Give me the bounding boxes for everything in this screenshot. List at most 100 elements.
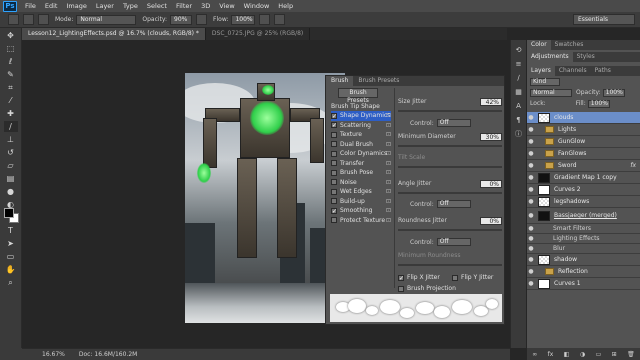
fx-icon[interactable]: fx (630, 162, 636, 169)
shape-tool-icon[interactable]: ▭ (4, 251, 18, 262)
brush-option-wet-edges[interactable]: Wet Edges ⊡ (331, 187, 391, 197)
checkbox[interactable] (331, 169, 337, 176)
layer-row[interactable]: ● Lighting Effects (527, 234, 640, 244)
brush-option-shape-dynamics[interactable]: ✓ Shape Dynamics ⊡ (331, 111, 391, 121)
properties-icon[interactable]: ≡ (514, 60, 524, 68)
visibility-icon[interactable]: ● (527, 126, 535, 133)
brush-presets-icon[interactable]: ▦ (514, 88, 524, 96)
eyedropper-tool-icon[interactable]: ⁄ (4, 95, 18, 106)
visibility-icon[interactable]: ● (527, 245, 535, 252)
brush-preset-picker[interactable] (23, 14, 34, 25)
roundness-jitter-value[interactable]: 0% (480, 216, 502, 225)
checkbox[interactable] (331, 141, 337, 148)
tab-swatches[interactable]: Swatches (551, 40, 588, 50)
tab-styles[interactable]: Styles (573, 52, 599, 62)
lock-icon[interactable]: ⊡ (386, 206, 391, 216)
hand-tool-icon[interactable]: ✋ (4, 264, 18, 275)
checkbox[interactable]: ✓ (331, 122, 337, 129)
size-jitter-value[interactable]: 42% (480, 97, 502, 106)
brush-panel-icon[interactable]: ∕ (514, 74, 524, 82)
visibility-icon[interactable]: ● (527, 225, 535, 232)
min-diameter-slider[interactable] (398, 145, 502, 147)
layer-row[interactable]: ● FanGlows (527, 148, 640, 160)
menu-file[interactable]: File (25, 2, 36, 10)
brush-option-dual-brush[interactable]: Dual Brush ⊡ (331, 140, 391, 150)
visibility-icon[interactable]: ● (527, 212, 535, 219)
lock-icon[interactable]: ⊡ (386, 149, 391, 159)
lock-icon[interactable]: ⊡ (386, 159, 391, 169)
visibility-icon[interactable]: ● (527, 280, 535, 287)
new-group-icon[interactable]: ▭ (596, 351, 602, 358)
blend-mode-select[interactable]: Normal (530, 88, 572, 97)
zoom-tool-icon[interactable]: ⌕ (4, 277, 18, 288)
brush-option-build-up[interactable]: Build-up ⊡ (331, 197, 391, 207)
flip-y-checkbox[interactable]: Flip Y Jitter (452, 274, 493, 281)
canvas-area[interactable]: Brush Brush Presets Brush Presets Brush … (22, 40, 507, 348)
brush-option-noise[interactable]: Noise ⊡ (331, 178, 391, 188)
toggle-brush-panel-icon[interactable] (38, 14, 49, 25)
menu-edit[interactable]: Edit (45, 2, 58, 10)
quick-select-tool-icon[interactable]: ✎ (4, 69, 18, 80)
layer-row[interactable]: ● Blur (527, 244, 640, 254)
visibility-icon[interactable]: ● (527, 198, 535, 205)
checkbox[interactable] (331, 188, 337, 195)
menu-help[interactable]: Help (278, 2, 293, 10)
color-swatches[interactable] (4, 208, 20, 224)
checkbox[interactable] (331, 198, 337, 205)
tab-color[interactable]: Color (527, 40, 551, 50)
brush-option-brush-pose[interactable]: Brush Pose ⊡ (331, 168, 391, 178)
layer-row[interactable]: ● Curves 2 (527, 184, 640, 196)
gradient-tool-icon[interactable]: ▤ (4, 173, 18, 184)
brush-presets-button[interactable]: Brush Presets (338, 88, 378, 104)
add-mask-icon[interactable]: ◧ (564, 351, 570, 358)
menu-image[interactable]: Image (66, 2, 86, 10)
checkbox[interactable]: ✓ (331, 112, 337, 119)
new-adjustment-icon[interactable]: ◑ (580, 351, 585, 358)
lock-icon[interactable]: ⊡ (386, 216, 391, 226)
layer-row[interactable]: ● Reflection (527, 266, 640, 278)
tab-dsc0725[interactable]: DSC_0725.JPG @ 25% (RGB/8) (206, 28, 311, 40)
path-select-tool-icon[interactable]: ➤ (4, 238, 18, 249)
mode-select[interactable]: Normal (76, 14, 137, 25)
type-tool-icon[interactable]: T (4, 225, 18, 236)
checkbox[interactable]: ✓ (331, 207, 337, 214)
brush-option-scattering[interactable]: ✓ Scattering ⊡ (331, 121, 391, 131)
flow-field[interactable]: 100% (231, 14, 256, 25)
lock-icon[interactable]: ⊡ (386, 130, 391, 140)
checkbox[interactable] (331, 131, 337, 138)
eraser-tool-icon[interactable]: ▱ (4, 160, 18, 171)
paragraph-icon[interactable]: ¶ (514, 116, 524, 124)
layer-row[interactable]: ● Lights (527, 124, 640, 136)
tab-adjustments[interactable]: Adjustments (527, 52, 573, 62)
visibility-icon[interactable]: ● (527, 174, 535, 181)
angle-jitter-value[interactable]: 0% (480, 179, 502, 188)
checkbox[interactable] (331, 150, 337, 157)
checkbox[interactable] (398, 285, 404, 292)
menu-type[interactable]: Type (123, 2, 138, 10)
visibility-icon[interactable]: ● (527, 138, 535, 145)
delete-layer-icon[interactable]: 🗑 (627, 351, 635, 358)
flip-x-checkbox[interactable]: ✓ Flip X Jitter (398, 274, 440, 281)
visibility-icon[interactable]: ● (527, 114, 535, 121)
lock-icon[interactable]: ⊡ (386, 111, 391, 121)
layer-row[interactable]: ● Sword fx (527, 160, 640, 172)
lock-icon[interactable]: ⊡ (386, 168, 391, 178)
tab-lesson12[interactable]: Lesson12_LightingEffects.psd @ 16.7% (cl… (22, 28, 206, 40)
menu-filter[interactable]: Filter (176, 2, 192, 10)
info-icon[interactable]: ⓘ (514, 130, 524, 138)
lock-icon[interactable]: ⊡ (386, 140, 391, 150)
layer-row[interactable]: ● legshadows (527, 196, 640, 208)
brush-tool-icon[interactable] (8, 14, 19, 25)
layer-row[interactable]: ● GunGlow (527, 136, 640, 148)
visibility-icon[interactable]: ● (527, 186, 535, 193)
layer-row[interactable]: ● Smart Filters (527, 224, 640, 234)
brush-tip-shape-item[interactable]: Brush Tip Shape (331, 102, 391, 111)
kind-filter-select[interactable]: Kind (530, 77, 560, 86)
brush-option-texture[interactable]: Texture ⊡ (331, 130, 391, 140)
visibility-icon[interactable]: ● (527, 235, 535, 242)
checkbox[interactable] (331, 179, 337, 186)
airbrush-icon[interactable] (259, 14, 271, 25)
new-layer-icon[interactable]: ⊞ (612, 351, 617, 358)
visibility-icon[interactable]: ● (527, 150, 535, 157)
brush-option-color-dynamics[interactable]: Color Dynamics ⊡ (331, 149, 391, 159)
